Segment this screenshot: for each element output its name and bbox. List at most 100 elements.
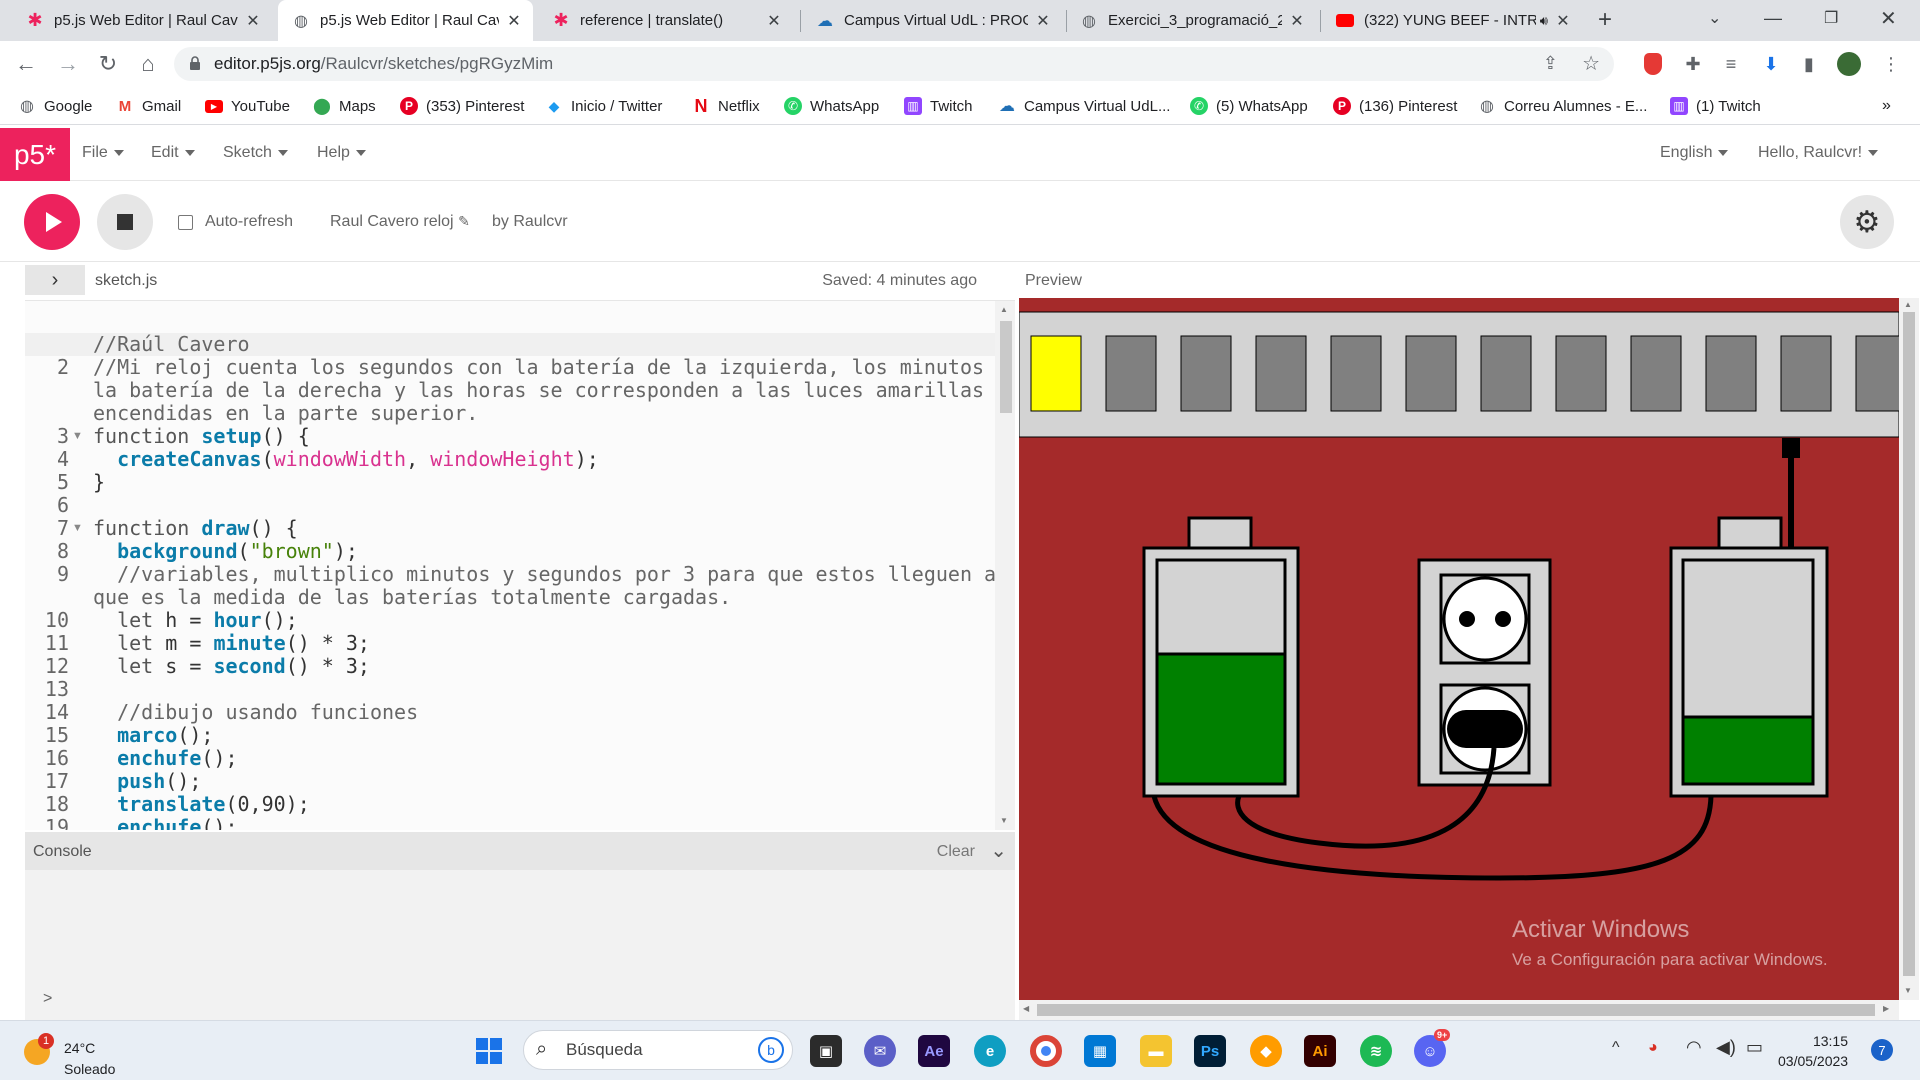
bookmark-pinterest-353[interactable]: P (353) Pinterest	[400, 95, 524, 117]
settings-gear-icon[interactable]: ⚙	[1840, 195, 1894, 249]
language-selector[interactable]: English	[1660, 144, 1729, 162]
tab-p5-editor-2[interactable]: ◍ p5.js Web Editor | Raul Cavero ✕	[278, 0, 533, 41]
scroll-down-arrow-icon[interactable]: ▼	[1000, 816, 1008, 825]
console-collapse-chevron-icon[interactable]: ⌄	[990, 838, 1007, 863]
scroll-up-arrow-icon[interactable]: ▲	[1904, 300, 1912, 309]
fold-arrow-icon[interactable]: ▼	[72, 425, 83, 448]
scroll-up-arrow-icon[interactable]: ▲	[1000, 305, 1008, 314]
tab-search-chevron-icon[interactable]: ⌄	[1708, 8, 1721, 28]
windows-start-icon[interactable]	[473, 1035, 505, 1067]
kebab-menu-icon[interactable]: ⋮	[1878, 51, 1904, 77]
sketch-preview-canvas[interactable]	[1019, 298, 1899, 1000]
side-panel-icon[interactable]: ▮	[1796, 51, 1822, 77]
profile-avatar[interactable]	[1836, 51, 1862, 77]
restore-button[interactable]: ❐	[1824, 8, 1838, 28]
menu-edit[interactable]: Edit	[151, 144, 195, 162]
reload-icon[interactable]: ↻	[92, 48, 124, 80]
editor-scrollbar-thumb[interactable]	[1000, 321, 1012, 413]
chrome-icon[interactable]	[1030, 1035, 1062, 1067]
bookmark-whatsapp-5[interactable]: ✆ (5) WhatsApp	[1190, 95, 1308, 117]
spotify-icon[interactable]: ≋	[1360, 1035, 1392, 1067]
bookmark-gmail[interactable]: M Gmail	[116, 95, 181, 117]
preview-horizontal-thumb[interactable]	[1037, 1004, 1875, 1016]
pencil-icon[interactable]: ✎	[458, 213, 470, 229]
bookmark-star-icon[interactable]: ☆	[1582, 51, 1600, 76]
scroll-right-arrow-icon[interactable]: ▶	[1883, 1004, 1889, 1013]
discord-icon[interactable]: ☺ 9+	[1414, 1029, 1451, 1067]
wifi-icon[interactable]: ◠	[1686, 1037, 1702, 1058]
bookmark-twitter[interactable]: ◆ Inicio / Twitter	[545, 95, 663, 117]
bookmark-google[interactable]: ◍ Google	[18, 95, 92, 117]
extensions-puzzle-icon[interactable]: ✚	[1680, 51, 1706, 77]
sidebar-toggle-chevron-icon[interactable]: ›	[25, 265, 85, 295]
bing-icon[interactable]: b	[758, 1037, 784, 1063]
tab-p5-editor-1[interactable]: ✱ p5.js Web Editor | Raul Cavero ✕	[12, 0, 272, 41]
new-tab-button[interactable]: +	[1598, 6, 1612, 34]
teams-chat-icon[interactable]: ✉	[864, 1035, 896, 1067]
bookmark-maps[interactable]: ⬤ Maps	[313, 95, 376, 117]
stop-button[interactable]	[97, 194, 153, 250]
code-editor[interactable]: 123▼4567▼8910111213141516171819 //Raúl C…	[25, 300, 1015, 830]
close-tab-icon[interactable]: ✕	[1034, 11, 1052, 31]
tab-campus-virtual[interactable]: ☁ Campus Virtual UdL : PROG ✕	[802, 0, 1062, 41]
close-tab-icon[interactable]: ✕	[1554, 11, 1572, 31]
bookmark-pinterest-136[interactable]: P (136) Pinterest	[1333, 95, 1457, 117]
back-arrow-icon[interactable]: ←	[10, 48, 42, 80]
photoshop-icon[interactable]: Ps	[1194, 1035, 1226, 1067]
microsoft-store-icon[interactable]: ▦	[1084, 1035, 1116, 1067]
play-button[interactable]	[24, 194, 80, 250]
vlc-icon[interactable]: ◆	[1250, 1035, 1282, 1067]
volume-icon[interactable]: ◀︎)	[1716, 1037, 1736, 1058]
home-icon[interactable]: ⌂	[132, 48, 164, 80]
download-icon[interactable]: ⬇	[1758, 51, 1784, 77]
window-close-button[interactable]: ✕	[1880, 6, 1897, 31]
menu-help[interactable]: Help	[317, 144, 366, 162]
close-tab-icon[interactable]: ✕	[1288, 11, 1306, 31]
illustrator-icon[interactable]: Ai	[1304, 1035, 1336, 1067]
console-clear-button[interactable]: Clear	[937, 843, 975, 861]
author-byline[interactable]: by Raulcvr	[492, 213, 568, 231]
auto-refresh-checkbox[interactable]	[178, 214, 193, 230]
preview-vertical-scrollbar[interactable]: ▲ ▼	[1899, 298, 1919, 1000]
close-tab-icon[interactable]: ✕	[244, 11, 262, 31]
address-bar[interactable]: editor.p5js.org/Raulcvr/sketches/pgRGyzM…	[174, 47, 1614, 81]
bookmark-twitch[interactable]: ▥ Twitch	[904, 95, 973, 117]
system-tray-chevron-icon[interactable]: ^	[1612, 1039, 1620, 1057]
console-output[interactable]: >	[25, 870, 1015, 1020]
forward-arrow-icon[interactable]: →	[52, 48, 84, 80]
battery-icon[interactable]: ▭	[1746, 1037, 1763, 1058]
bookmark-campus-virtual[interactable]: ☁ Campus Virtual UdL...	[998, 95, 1170, 117]
share-icon[interactable]: ⇪	[1543, 53, 1558, 74]
close-tab-icon[interactable]: ✕	[765, 11, 783, 31]
notification-badge[interactable]: 7	[1871, 1039, 1893, 1061]
user-menu[interactable]: Hello, Raulcvr!	[1758, 144, 1879, 162]
preview-vertical-thumb[interactable]	[1903, 312, 1915, 976]
after-effects-icon[interactable]: Ae	[918, 1035, 950, 1067]
menu-sketch[interactable]: Sketch	[223, 144, 288, 162]
bookmark-twitch-1[interactable]: ▥ (1) Twitch	[1670, 95, 1761, 117]
tab-exercici[interactable]: ◍ Exercici_3_programació_20 ✕	[1066, 0, 1316, 41]
editor-scrollbar[interactable]: ▲ ▼	[995, 301, 1015, 830]
bookmark-whatsapp[interactable]: ✆ WhatsApp	[784, 95, 879, 117]
close-tab-icon[interactable]: ✕	[505, 11, 523, 31]
tray-app-icon[interactable]: ◕	[1648, 1039, 1658, 1057]
tab-reference-translate[interactable]: ✱ reference | translate() ✕	[538, 0, 793, 41]
auto-refresh-toggle[interactable]: Auto-refresh	[178, 213, 293, 231]
p5-logo[interactable]: p5*	[0, 128, 70, 181]
project-name[interactable]: Raul Cavero reloj ✎	[330, 213, 470, 231]
tab-youtube[interactable]: (322) YUNG BEEF - INTR 🔊︎ ✕	[1322, 0, 1582, 41]
adblock-extension-icon[interactable]	[1640, 51, 1666, 77]
minimize-button[interactable]: —	[1764, 8, 1782, 29]
console-prompt[interactable]: >	[43, 990, 52, 1008]
file-explorer-icon[interactable]: ▬	[1140, 1035, 1172, 1067]
scroll-down-arrow-icon[interactable]: ▼	[1904, 986, 1912, 995]
weather-widget[interactable]: 1 24°C Soleado	[24, 1031, 144, 1077]
speaker-icon[interactable]: 🔊︎	[1540, 13, 1548, 29]
edge-icon[interactable]: e	[974, 1035, 1006, 1067]
taskbar-clock[interactable]: 13:15 03/05/2023	[1778, 1031, 1848, 1071]
menu-file[interactable]: File	[82, 144, 124, 162]
preview-horizontal-scrollbar[interactable]: ◀ ▶	[1019, 1000, 1899, 1020]
more-bookmarks-chevron-icon[interactable]: »	[1882, 95, 1891, 117]
scroll-left-arrow-icon[interactable]: ◀	[1023, 1004, 1029, 1013]
media-control-icon[interactable]: ≡	[1718, 51, 1744, 77]
